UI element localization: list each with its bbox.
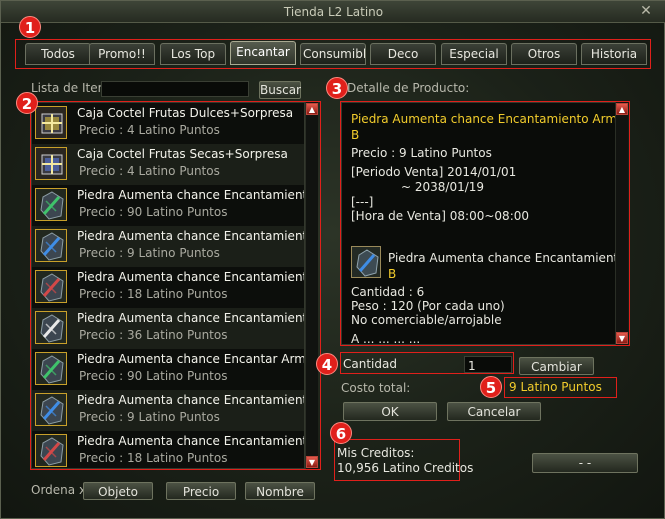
tab-especial[interactable]: Especial bbox=[441, 43, 507, 65]
tab-otros[interactable]: Otros bbox=[511, 43, 577, 65]
annotation-badge-1: 1 bbox=[19, 16, 41, 38]
tab-los-top[interactable]: Los Top bbox=[160, 43, 226, 65]
annotation-badge-5: 5 bbox=[480, 376, 502, 398]
tab-deco[interactable]: Deco bbox=[370, 43, 436, 65]
sort-label: Ordena x bbox=[31, 483, 87, 497]
annotation-badge-3: 3 bbox=[326, 77, 348, 99]
list-highlight bbox=[30, 101, 321, 470]
scroll-up-icon[interactable]: ▲ bbox=[306, 103, 318, 115]
tab-historia[interactable]: Historia bbox=[581, 43, 647, 65]
total-cost-label: Costo total: bbox=[341, 381, 411, 395]
tab-consumible[interactable]: Consumible bbox=[300, 43, 366, 65]
window-title: Tienda L2 Latino bbox=[1, 1, 665, 23]
sort-by-object-button[interactable]: Objeto bbox=[83, 482, 153, 500]
category-tabs: TodosPromo!!Los TopEncantarConsumibleDec… bbox=[17, 39, 649, 68]
detail-label: Detalle de Producto: bbox=[347, 81, 470, 95]
total-cost-value: 9 Latino Puntos bbox=[509, 380, 602, 394]
sort-by-price-button[interactable]: Precio bbox=[166, 482, 236, 500]
detail-scroll-down-icon[interactable]: ▼ bbox=[616, 332, 628, 344]
quantity-label: Cantidad bbox=[343, 357, 397, 371]
list-scrollbar[interactable]: ▲ ▼ bbox=[305, 102, 318, 469]
detail-highlight bbox=[340, 101, 630, 346]
tab-promo[interactable]: Promo!! bbox=[89, 43, 155, 65]
ok-button[interactable]: OK bbox=[343, 402, 437, 421]
annotation-badge-4: 4 bbox=[316, 353, 338, 375]
annotation-badge-2: 2 bbox=[16, 92, 38, 114]
shop-window: Tienda L2 Latino ✕ 1 Todos Promo!! Los Top… bbox=[0, 0, 665, 519]
tab-encantar[interactable]: Encantar bbox=[230, 41, 296, 65]
window-title-text: Tienda L2 Latino bbox=[283, 5, 384, 19]
quantity-input[interactable]: 1 bbox=[464, 356, 512, 373]
credits-label: Mis Creditos: bbox=[337, 446, 415, 460]
tab-todos[interactable]: Todos bbox=[25, 43, 91, 65]
change-button[interactable]: Cambiar bbox=[519, 357, 594, 375]
annotation-badge-6: 6 bbox=[330, 422, 352, 444]
search-input[interactable] bbox=[101, 81, 249, 97]
cancel-button[interactable]: Cancelar bbox=[447, 402, 541, 421]
detail-scroll-up-icon[interactable]: ▲ bbox=[616, 103, 628, 115]
credits-value: 10,956 Latino Creditos bbox=[337, 461, 474, 475]
scroll-down-icon[interactable]: ▼ bbox=[306, 456, 318, 468]
detail-scrollbar[interactable]: ▲ ▼ bbox=[615, 102, 628, 345]
extra-button[interactable]: - - bbox=[532, 453, 638, 473]
sort-by-name-button[interactable]: Nombre bbox=[245, 482, 315, 500]
search-button[interactable]: Buscar bbox=[259, 81, 301, 99]
close-icon[interactable]: ✕ bbox=[638, 3, 654, 19]
